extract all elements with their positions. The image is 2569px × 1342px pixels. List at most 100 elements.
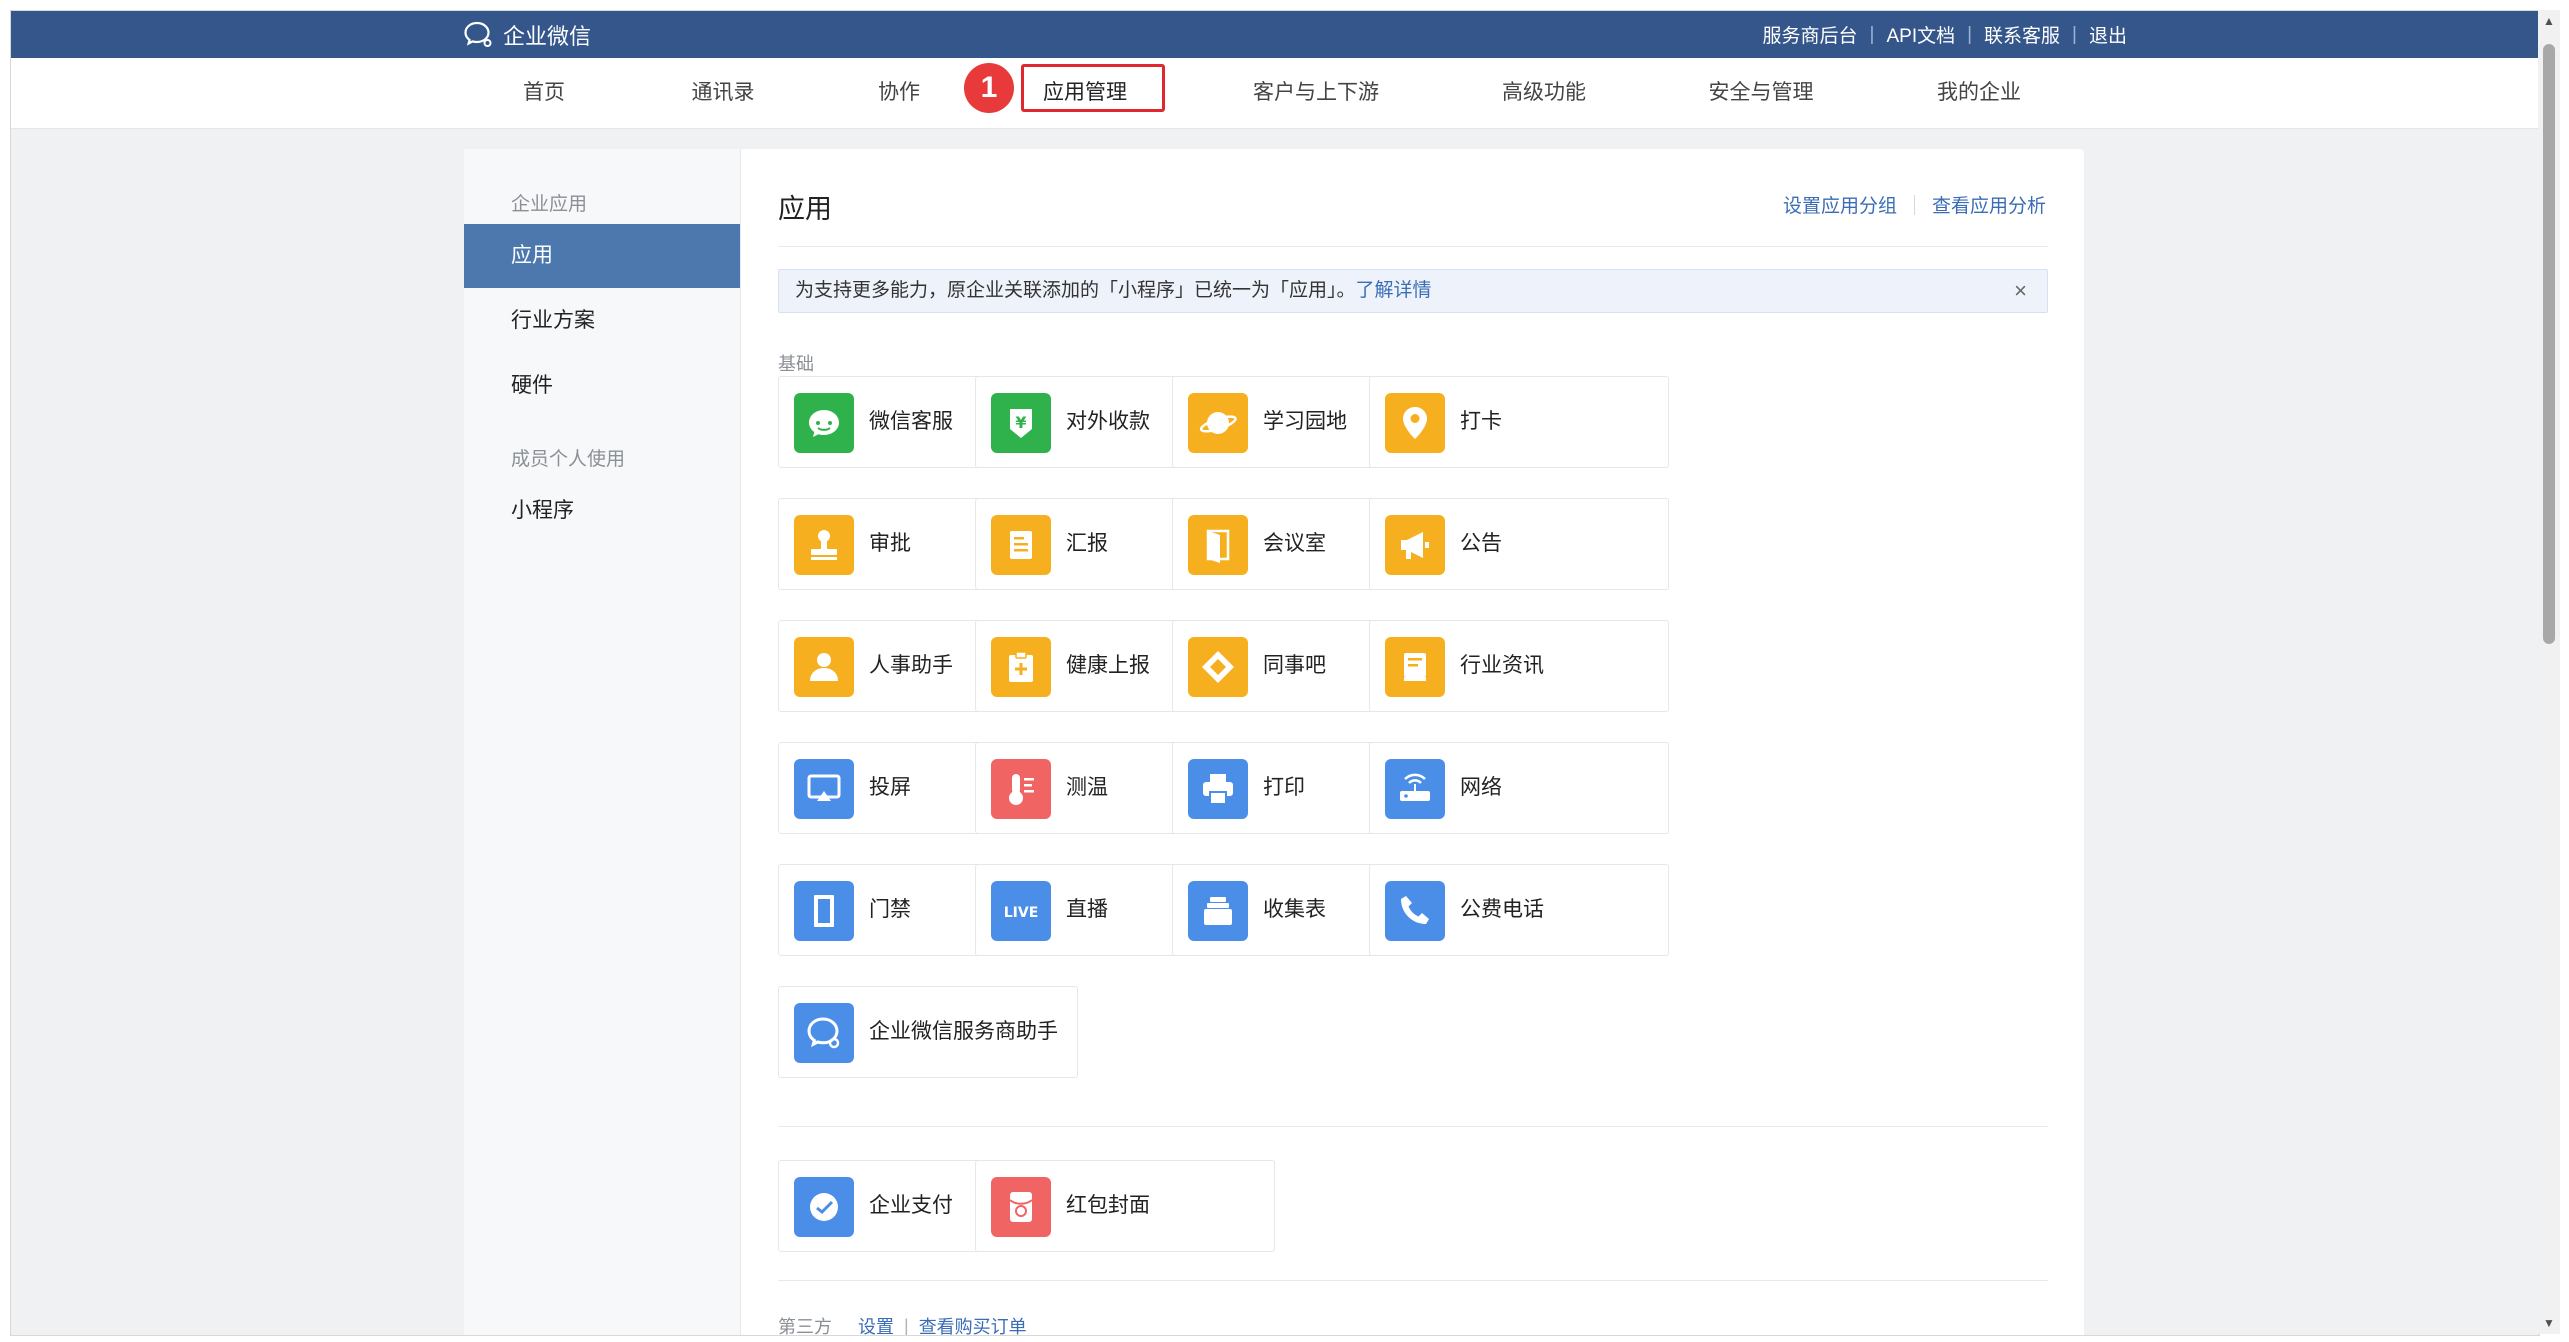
set-app-groups-link[interactable]: 设置应用分组 — [1783, 191, 1897, 218]
app-tile-label: 打印 — [1263, 776, 1305, 799]
wecom-logo-icon — [464, 21, 492, 47]
step-badge: 1 — [964, 63, 1014, 113]
app-tile[interactable]: 打卡 — [1369, 376, 1669, 468]
footer-link-divider: | — [904, 1315, 909, 1336]
page-title: 应用 — [778, 194, 832, 224]
app-tile[interactable]: 企业微信服务商助手 — [778, 986, 1078, 1078]
section-divider — [778, 1126, 2048, 1127]
person-icon — [794, 637, 854, 697]
sidebar: 企业应用 应用 行业方案 硬件 成员个人使用 小程序 — [464, 149, 741, 1335]
app-tile-label: 会议室 — [1263, 532, 1326, 555]
service-provider-link[interactable]: 服务商后台 — [1763, 21, 1858, 48]
planet-icon — [1188, 393, 1248, 453]
app-tile-label: 门禁 — [869, 898, 911, 921]
payment-collection-icon: ¥ — [991, 393, 1051, 453]
sidebar-item-hardware[interactable]: 硬件 — [464, 354, 740, 418]
nav-collaboration[interactable]: 协作 — [878, 58, 920, 128]
active-tab-highlight — [1021, 64, 1165, 112]
location-pin-icon — [1385, 393, 1445, 453]
sidebar-group-enterprise-apps: 企业应用 — [511, 194, 588, 215]
colleague-diamond-icon — [1188, 637, 1248, 697]
app-tile-label: 打卡 — [1460, 410, 1502, 433]
top-link-divider: | — [1869, 23, 1875, 45]
view-orders-link[interactable]: 查看购买订单 — [919, 1313, 1027, 1335]
nav-contacts[interactable]: 通讯录 — [692, 58, 755, 128]
app-tile[interactable]: 公告 — [1369, 498, 1669, 590]
top-link-divider: | — [2072, 23, 2077, 45]
sidebar-group-personal: 成员个人使用 — [511, 449, 626, 470]
app-tile-label: 企业微信服务商助手 — [869, 1020, 1058, 1043]
nav-customers[interactable]: 客户与上下游 — [1253, 58, 1379, 128]
app-tile[interactable]: 行业资讯 — [1369, 620, 1669, 712]
app-tile-label: 公告 — [1460, 532, 1502, 555]
access-door-icon — [794, 881, 854, 941]
sidebar-item-industry-solutions[interactable]: 行业方案 — [464, 289, 740, 353]
notice-banner: 为支持更多能力，原企业关联添加的「小程序」已统一为「应用」。了解详情 × — [778, 269, 2048, 313]
app-tile-label: 网络 — [1460, 776, 1502, 799]
app-tile-label: 审批 — [869, 532, 911, 555]
wechat-service-icon — [794, 393, 854, 453]
main-card: 企业应用 应用 行业方案 硬件 成员个人使用 小程序 应用 设置应用分组 查看应… — [464, 149, 2084, 1336]
vertical-scrollbar[interactable]: ▲ ▼ — [2538, 10, 2560, 1334]
app-tile-label: 收集表 — [1263, 898, 1326, 921]
header-link-divider — [1913, 194, 1915, 215]
app-tile-label: 同事吧 — [1263, 654, 1326, 677]
app-tile-label: 公费电话 — [1460, 898, 1544, 921]
nav-home[interactable]: 首页 — [523, 58, 565, 128]
app-tile-label: 企业支付 — [869, 1194, 953, 1217]
contact-support-link[interactable]: 联系客服 — [1984, 21, 2060, 48]
app-tile-label: 投屏 — [869, 776, 911, 799]
app-tile-label: 直播 — [1066, 898, 1108, 921]
app-tile-label: 对外收款 — [1066, 410, 1150, 433]
top-link-divider: | — [1967, 23, 1973, 45]
app-tile-label: 微信客服 — [869, 410, 953, 433]
wecom-chat-icon — [794, 1003, 854, 1063]
nav-my-enterprise[interactable]: 我的企业 — [1937, 58, 2021, 128]
scroll-thumb[interactable] — [2543, 44, 2555, 644]
third-party-settings-link[interactable]: 设置 — [858, 1313, 894, 1335]
section-basic-label: 基础 — [778, 354, 814, 374]
learn-more-link[interactable]: 了解详情 — [1356, 280, 1432, 301]
app-tile-label: 汇报 — [1066, 532, 1108, 555]
thermometer-icon — [991, 759, 1051, 819]
health-clipboard-icon — [991, 637, 1051, 697]
view-app-analytics-link[interactable]: 查看应用分析 — [1932, 191, 2046, 218]
logout-link[interactable]: 退出 — [2089, 21, 2127, 48]
svg-text:¥: ¥ — [1015, 413, 1026, 432]
content-area: 应用 设置应用分组 查看应用分析 为支持更多能力，原企业关联添加的「小程序」已统… — [740, 149, 2084, 1336]
scroll-down-arrow-icon[interactable]: ▼ — [2538, 1312, 2560, 1334]
notice-close-button[interactable]: × — [2014, 270, 2027, 312]
megaphone-icon — [1385, 515, 1445, 575]
browser-window: 企业微信 服务商后台 | API文档 | 联系客服 | 退出 首页 通讯录 协作… — [10, 10, 2540, 1336]
router-icon — [1385, 759, 1445, 819]
section-divider — [778, 1280, 2048, 1281]
logo[interactable]: 企业微信 — [463, 19, 591, 51]
svg-text:LIVE: LIVE — [1004, 905, 1039, 921]
header-links: 设置应用分组 查看应用分析 — [1783, 191, 2046, 218]
main-nav: 首页 通讯录 协作 应用管理 客户与上下游 高级功能 安全与管理 我的企业 — [11, 58, 2539, 129]
third-party-bar: 第三方 设置 | 查看购买订单 — [778, 1313, 1027, 1336]
printer-icon — [1188, 759, 1248, 819]
sidebar-item-mini-programs[interactable]: 小程序 — [464, 479, 740, 543]
news-scroll-icon — [1385, 637, 1445, 697]
nav-advanced[interactable]: 高级功能 — [1502, 58, 1586, 128]
live-icon: LIVE — [991, 881, 1051, 941]
app-tile-label: 行业资讯 — [1460, 654, 1544, 677]
api-docs-link[interactable]: API文档 — [1886, 21, 1955, 48]
top-links: 服务商后台 | API文档 | 联系客服 | 退出 — [1763, 11, 2127, 58]
nav-security[interactable]: 安全与管理 — [1709, 58, 1814, 128]
logo-text: 企业微信 — [503, 24, 592, 49]
notice-text: 为支持更多能力，原企业关联添加的「小程序」已统一为「应用」。 — [795, 280, 1356, 301]
app-tile[interactable]: 公费电话 — [1369, 864, 1669, 956]
app-tile[interactable]: 网络 — [1369, 742, 1669, 834]
sidebar-item-apps[interactable]: 应用 — [464, 224, 740, 288]
title-divider — [778, 246, 2048, 247]
collection-form-icon — [1188, 881, 1248, 941]
app-tile-label: 健康上报 — [1066, 654, 1150, 677]
red-packet-icon — [991, 1177, 1051, 1237]
door-icon — [1188, 515, 1248, 575]
screen-cast-icon — [794, 759, 854, 819]
scroll-up-arrow-icon[interactable]: ▲ — [2538, 10, 2560, 32]
app-tile[interactable]: 红包封面 — [975, 1160, 1275, 1252]
app-tile-label: 红包封面 — [1066, 1194, 1150, 1217]
